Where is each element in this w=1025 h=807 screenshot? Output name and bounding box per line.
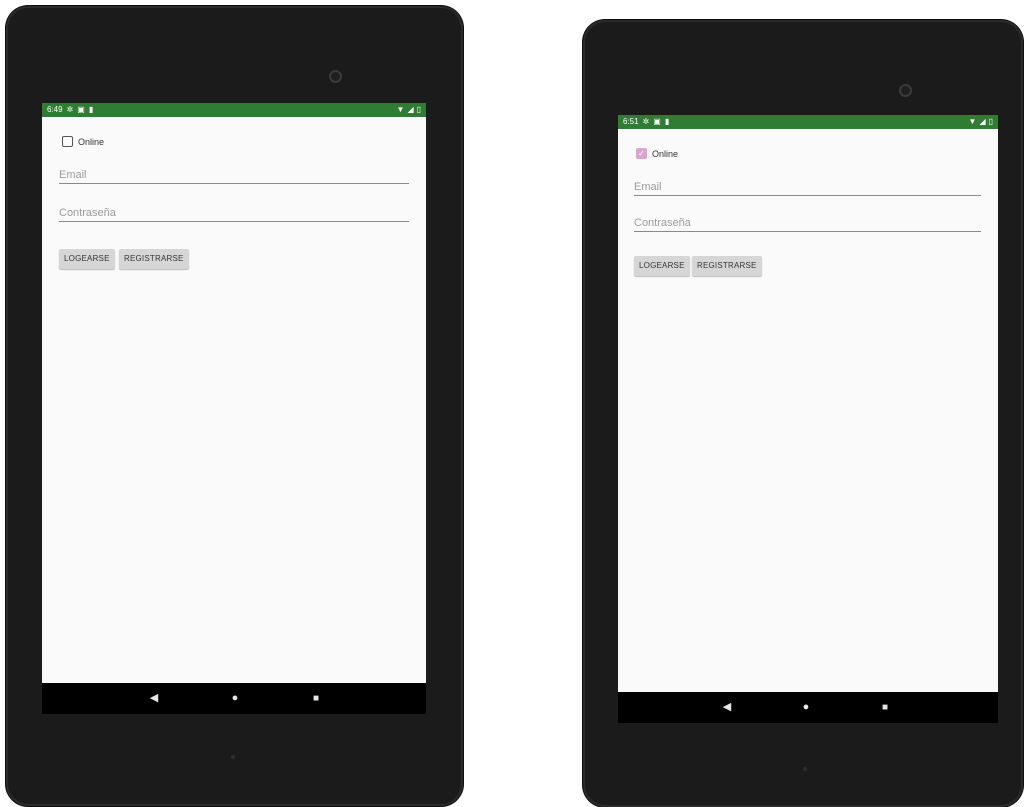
front-camera (329, 70, 342, 83)
recents-icon[interactable]: ■ (306, 683, 326, 714)
sd-card-icon: ▮ (88, 105, 94, 114)
password-field[interactable] (59, 204, 409, 222)
password-field-container (59, 203, 409, 222)
email-field[interactable] (634, 178, 981, 196)
gear-icon: ✲ (642, 117, 650, 126)
wifi-icon: ▼ (396, 105, 405, 114)
online-checkbox[interactable]: ✓ (636, 148, 647, 159)
online-label: Online (652, 148, 679, 159)
status-bar: 6:51 ✲ ▣ ▮ ▼ ◢ ▯ (618, 115, 998, 129)
login-button[interactable]: LOGEARSE (634, 256, 690, 276)
screen: 6:51 ✲ ▣ ▮ ▼ ◢ ▯ ✓ Online Email LOGEARSE… (618, 115, 998, 723)
checkmark-icon: ✓ (638, 149, 645, 158)
back-icon[interactable]: ◀ (144, 683, 164, 714)
battery-icon: ▯ (988, 117, 993, 126)
back-icon[interactable]: ◀ (717, 692, 737, 723)
email-field[interactable] (59, 166, 409, 184)
login-form: Online LOGEARSE REGISTRARSE (42, 117, 426, 683)
front-camera (899, 84, 912, 97)
status-time: 6:51 (623, 117, 639, 126)
signal-icon: ◢ (979, 117, 986, 126)
online-checkbox-row[interactable]: ✓ Online (636, 148, 678, 159)
email-field-container (59, 165, 409, 184)
battery-icon: ▯ (416, 105, 421, 114)
bottom-sensor (803, 767, 807, 771)
sim-icon: ▣ (653, 117, 661, 126)
password-field[interactable] (634, 214, 981, 232)
sim-icon: ▣ (77, 105, 85, 114)
tablet-device-right: 6:51 ✲ ▣ ▮ ▼ ◢ ▯ ✓ Online Email LOGEARSE… (583, 20, 1023, 807)
screen: 6:49 ✲ ▣ ▮ ▼ ◢ ▯ Online LOGEARSE (42, 103, 426, 714)
navigation-bar: ◀ ● ■ (618, 692, 998, 723)
gear-icon: ✲ (66, 105, 74, 114)
navigation-bar: ◀ ● ■ (42, 683, 426, 714)
status-bar: 6:49 ✲ ▣ ▮ ▼ ◢ ▯ (42, 103, 426, 117)
online-checkbox-row[interactable]: Online (62, 136, 104, 147)
signal-icon: ◢ (407, 105, 414, 114)
email-field-container (634, 177, 981, 196)
bottom-sensor (231, 755, 235, 759)
recents-icon[interactable]: ■ (875, 692, 895, 723)
wifi-icon: ▼ (968, 117, 977, 126)
password-field-container (634, 213, 981, 232)
sd-card-icon: ▮ (664, 117, 670, 126)
status-time: 6:49 (47, 105, 63, 114)
home-icon[interactable]: ● (225, 683, 245, 714)
tablet-device-left: 6:49 ✲ ▣ ▮ ▼ ◢ ▯ Online LOGEARSE (6, 6, 463, 806)
online-label: Online (78, 136, 105, 147)
register-button[interactable]: REGISTRARSE (119, 249, 189, 269)
home-icon[interactable]: ● (796, 692, 816, 723)
online-checkbox[interactable] (62, 136, 73, 147)
register-button[interactable]: REGISTRARSE (692, 256, 762, 276)
login-button[interactable]: LOGEARSE (59, 249, 115, 269)
login-form: ✓ Online LOGEARSE REGISTRARSE (618, 129, 998, 692)
